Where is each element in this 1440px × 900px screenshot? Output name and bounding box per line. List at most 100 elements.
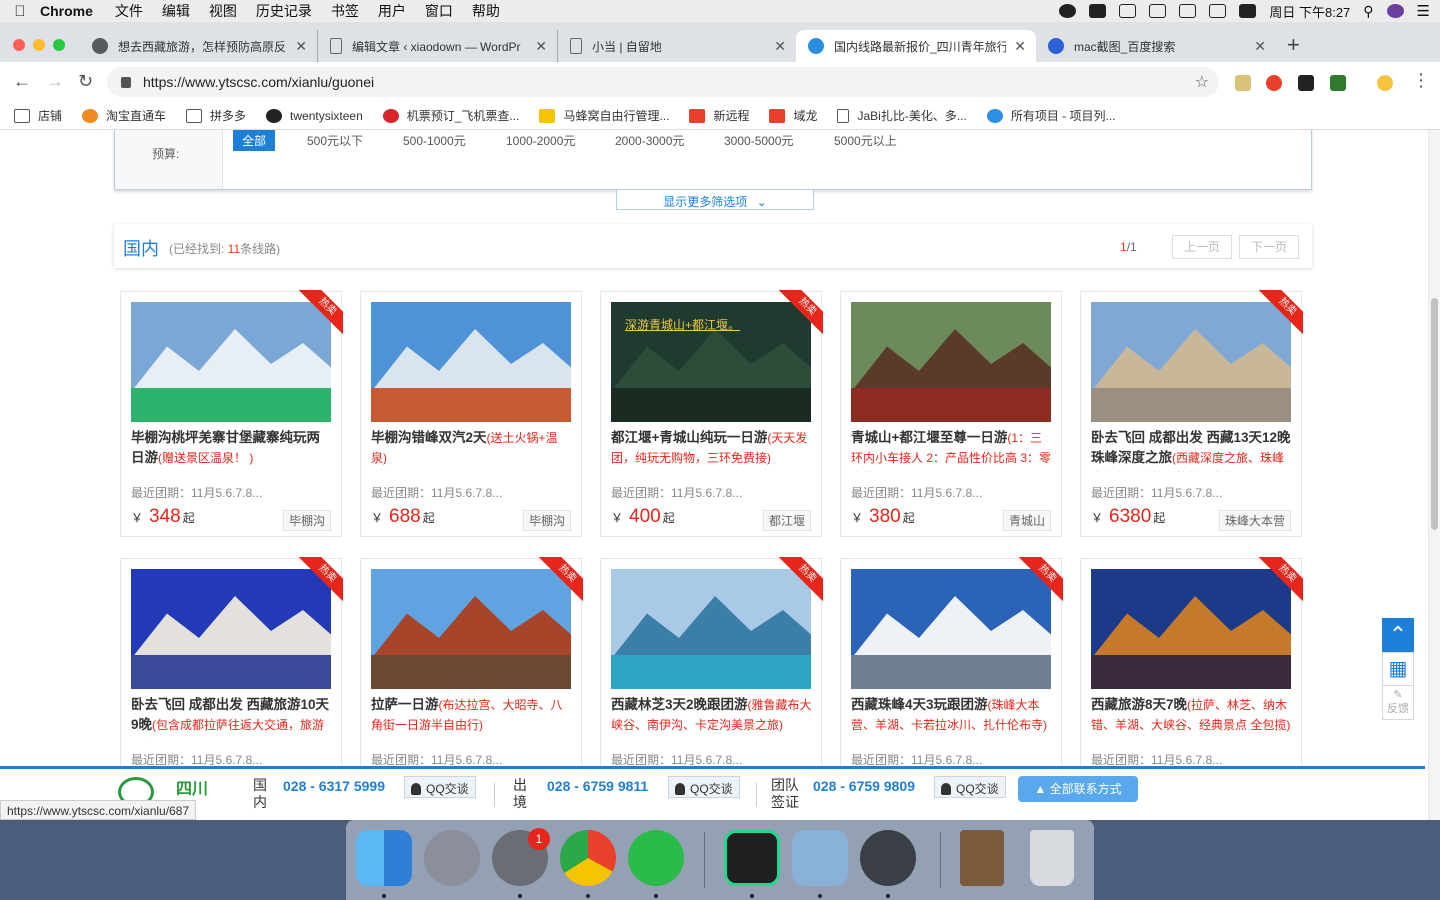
- route-title[interactable]: 青城山+都江堰至尊一日游(1：三环内小车接人 2：产品性价比高 3：零自费): [851, 428, 1053, 472]
- tab-close-icon[interactable]: ✕: [1014, 38, 1026, 55]
- new-tab-button[interactable]: +: [1287, 32, 1300, 58]
- tab-close-icon[interactable]: ✕: [1254, 38, 1266, 55]
- finder-icon[interactable]: [356, 830, 412, 886]
- route-title[interactable]: 西藏林芝3天2晚跟团游(雅鲁藏布大峡谷、南伊沟、卡定沟美景之旅): [611, 695, 813, 739]
- browser-tab[interactable]: 想去西藏旅游，怎样预防高原反 ✕: [80, 30, 318, 62]
- destination-tag[interactable]: 珠峰大本营: [1218, 510, 1291, 531]
- route-title[interactable]: 拉萨一日游(布达拉宫、大昭寺、八角街一日游半自由行): [371, 695, 573, 739]
- page-scrollbar[interactable]: [1428, 130, 1440, 820]
- menu-file[interactable]: 文件: [115, 1, 143, 21]
- spotlight-search-icon[interactable]: ⚲: [1363, 3, 1373, 20]
- budget-option[interactable]: 2000-3000元: [615, 132, 684, 149]
- sync-status-icon[interactable]: [1239, 4, 1257, 18]
- incognito-extension-icon[interactable]: [1298, 75, 1314, 91]
- qr-code-button[interactable]: ▦: [1382, 652, 1414, 686]
- bookmark-item[interactable]: 域龙: [769, 107, 817, 124]
- budget-option[interactable]: 500元以下: [307, 132, 363, 149]
- input-method-icon[interactable]: [1119, 4, 1137, 18]
- menu-bookmarks[interactable]: 书签: [331, 1, 359, 21]
- pycharm-icon[interactable]: [724, 830, 780, 886]
- back-button[interactable]: ←: [13, 71, 31, 92]
- downloads-stack-icon[interactable]: [960, 830, 1004, 886]
- budget-option-all[interactable]: 全部: [233, 130, 276, 151]
- battery-icon[interactable]: [1209, 4, 1227, 18]
- bookmark-item[interactable]: 店铺: [14, 107, 62, 124]
- budget-option[interactable]: 500-1000元: [403, 132, 466, 149]
- weibo-extension-icon[interactable]: [1266, 75, 1282, 91]
- budget-option[interactable]: 1000-2000元: [506, 132, 575, 149]
- show-more-filters-button[interactable]: 显示更多筛选项 ⌄: [616, 190, 814, 210]
- lock-icon[interactable]: [121, 76, 131, 88]
- budget-option[interactable]: 3000-5000元: [724, 132, 793, 149]
- launchpad-icon[interactable]: [424, 830, 480, 886]
- trash-icon[interactable]: [1030, 830, 1074, 886]
- destination-tag[interactable]: 毕棚沟: [522, 510, 571, 531]
- address-url[interactable]: https://www.ytscsc.com/xianlu/guonei: [143, 74, 374, 90]
- back-to-top-button[interactable]: ⌃: [1382, 618, 1414, 652]
- menu-view[interactable]: 视图: [209, 1, 237, 21]
- menu-people[interactable]: 用户: [378, 1, 406, 21]
- notification-center-icon[interactable]: ☰: [1417, 2, 1430, 20]
- route-card[interactable]: 毕棚沟错峰双汽2天(送土火锅+温泉) 最近团期：11月5.6.7.8... ￥ 688…: [360, 291, 582, 537]
- route-card[interactable]: 热卖卧去飞回 成都出发 西藏13天12晚珠峰深度之旅(西藏深度之旅、珠峰大本营、…: [1080, 290, 1303, 537]
- browser-tab[interactable]: 小当 | 自留地 ✕: [558, 30, 796, 62]
- bookmark-item[interactable]: 淘宝直通车: [82, 107, 166, 124]
- route-title[interactable]: 西藏珠峰4天3玩跟团游(珠峰大本营、羊湖、卡若拉冰川、扎什伦布寺): [851, 695, 1053, 739]
- all-contacts-button[interactable]: ▲ 全部联系方式: [1018, 776, 1138, 802]
- bookmark-item[interactable]: JaBi扎比-美化、多...: [837, 107, 967, 124]
- wechat-status-icon[interactable]: [1059, 4, 1077, 18]
- reload-button[interactable]: ↻: [78, 71, 93, 92]
- window-minimize-button[interactable]: [33, 39, 45, 51]
- destination-tag[interactable]: 都江堰: [762, 510, 811, 531]
- scrollbar-thumb[interactable]: [1431, 298, 1438, 530]
- screenshot-extension-icon[interactable]: [1235, 75, 1251, 91]
- route-photo[interactable]: [371, 302, 571, 422]
- browser-tab-active[interactable]: 国内线路最新报价_四川青年旅行 ✕: [796, 30, 1036, 62]
- esi-extension-icon[interactable]: [1330, 75, 1346, 91]
- route-card[interactable]: 热卖 毕棚沟桃坪羌寨甘堡藏寨纯玩两日游(赠送景区温泉！ ) 最近团期：11月5.6.…: [120, 290, 343, 537]
- feedback-button[interactable]: ✎ 反馈: [1382, 686, 1414, 720]
- route-title[interactable]: 毕棚沟桃坪羌寨甘堡藏寨纯玩两日游(赠送景区温泉！ ): [131, 428, 333, 472]
- menu-window[interactable]: 窗口: [425, 1, 453, 21]
- next-page-button[interactable]: 下一页: [1239, 235, 1299, 259]
- route-photo[interactable]: [851, 302, 1051, 422]
- route-card[interactable]: 青城山+都江堰至尊一日游(1：三环内小车接人 2：产品性价比高 3：零自费) 最近…: [840, 291, 1062, 537]
- chrome-icon[interactable]: [560, 830, 616, 886]
- tab-close-icon[interactable]: ✕: [295, 38, 307, 55]
- qq-chat-button[interactable]: QQ交谈: [934, 776, 1006, 798]
- preview-icon[interactable]: [792, 830, 848, 886]
- destination-tag[interactable]: 毕棚沟: [282, 510, 331, 531]
- route-title[interactable]: 毕棚沟错峰双汽2天(送土火锅+温泉): [371, 428, 573, 472]
- route-title[interactable]: 卧去飞回 成都出发 西藏13天12晚珠峰深度之旅(西藏深度之旅、珠峰大本营、拉萨…: [1091, 428, 1293, 472]
- menu-history[interactable]: 历史记录: [256, 1, 312, 21]
- prev-page-button[interactable]: 上一页: [1172, 235, 1232, 259]
- send-status-icon[interactable]: [1089, 4, 1107, 18]
- browser-tab[interactable]: mac截图_百度搜索 ✕: [1036, 30, 1276, 62]
- tab-close-icon[interactable]: ✕: [535, 38, 547, 55]
- bookmark-item[interactable]: 拼多多: [186, 107, 246, 124]
- route-card[interactable]: 深游青城山+都江堰。 热卖 都江堰+青城山纯玩一日游(天天发团，纯玩无购物，三环免费…: [600, 290, 823, 537]
- apple-menu-icon[interactable]: : [0, 3, 40, 20]
- menubar-clock[interactable]: 周日 下午8:27: [1269, 2, 1350, 21]
- destination-tag[interactable]: 青城山: [1002, 510, 1051, 531]
- browser-tab[interactable]: 编辑文章 ‹ xiaodown — WordPr ✕: [318, 30, 558, 62]
- window-zoom-button[interactable]: [53, 39, 65, 51]
- app-menu[interactable]: Chrome: [40, 3, 93, 19]
- menu-help[interactable]: 帮助: [472, 1, 500, 21]
- wechat-icon[interactable]: [628, 830, 684, 886]
- bookmark-item[interactable]: twentysixteen: [266, 108, 363, 123]
- qq-chat-button[interactable]: QQ交谈: [404, 776, 476, 798]
- evernote-icon[interactable]: [860, 830, 916, 886]
- menu-edit[interactable]: 编辑: [162, 1, 190, 21]
- window-close-button[interactable]: [13, 39, 25, 51]
- qq-chat-button[interactable]: QQ交谈: [668, 776, 740, 798]
- display-icon[interactable]: [1149, 4, 1167, 18]
- route-title[interactable]: 西藏旅游8天7晚(拉萨、林芝、纳木错、羊湖、大峡谷、经典景点 全包揽): [1091, 695, 1293, 739]
- budget-option[interactable]: 5000元以上: [834, 132, 897, 149]
- chrome-menu-icon[interactable]: ⋮: [1412, 70, 1430, 91]
- bookmark-star-icon[interactable]: ☆: [1195, 72, 1209, 92]
- bookmark-item[interactable]: 所有项目 - 项目列...: [986, 107, 1116, 124]
- address-bar[interactable]: https://www.ytscsc.com/xianlu/guonei ☆: [107, 67, 1219, 97]
- route-title[interactable]: 都江堰+青城山纯玩一日游(天天发团，纯玩无购物，三环免费接): [611, 428, 813, 472]
- bookmark-item[interactable]: 马蜂窝自由行管理...: [539, 107, 669, 124]
